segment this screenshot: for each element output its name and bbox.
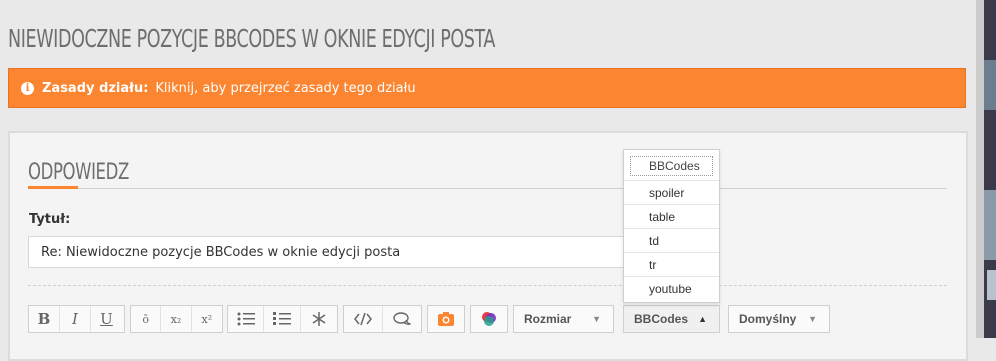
list-group <box>227 305 338 333</box>
chevron-down-icon: ▼ <box>592 314 601 324</box>
section-title: ODPOWIEDZ <box>28 160 129 185</box>
background-image-strip <box>984 0 996 338</box>
notice-label: Zasady działu: <box>42 80 149 96</box>
list-item-button[interactable] <box>301 306 337 332</box>
superscript-button[interactable]: x² <box>192 306 222 332</box>
text-format-group: B I U <box>28 305 125 333</box>
subject-label: Tytuł: <box>29 212 71 227</box>
overline-icon: ō <box>142 312 149 326</box>
code-quote-group <box>343 305 422 333</box>
font-select-value: Domyślny <box>739 312 797 326</box>
size-select-value: Rozmiar <box>524 312 572 326</box>
forum-rules-notice[interactable]: i Zasady działu: Kliknij, aby przejrzeć … <box>8 68 966 108</box>
italic-button[interactable]: I <box>60 306 91 332</box>
color-palette-icon <box>482 312 496 326</box>
dropdown-item-td[interactable]: td <box>624 228 719 252</box>
underline-icon: U <box>100 310 113 328</box>
chevron-down-icon: ▼ <box>808 314 817 324</box>
notice-text[interactable]: Kliknij, aby przejrzeć zasady tego dział… <box>155 81 415 96</box>
numbered-list-button[interactable] <box>264 306 301 332</box>
info-icon: i <box>21 81 34 95</box>
page-scrollbar[interactable] <box>976 0 984 338</box>
dropdown-header[interactable]: BBCodes <box>630 156 713 176</box>
dotted-separator <box>28 285 947 286</box>
bold-button[interactable]: B <box>29 306 60 332</box>
subscript-button[interactable]: x₂ <box>161 306 192 332</box>
dropdown-item-tr[interactable]: tr <box>624 252 719 276</box>
underline-button[interactable]: U <box>91 306 122 332</box>
script-group: ō x₂ x² <box>130 305 223 333</box>
section-accent-underline <box>28 186 78 189</box>
superscript-icon: x² <box>201 312 213 326</box>
quote-bubble-icon <box>393 312 411 325</box>
section-divider <box>78 188 947 189</box>
font-select[interactable]: Domyślny ▼ <box>728 305 830 333</box>
asterisk-icon <box>312 312 326 326</box>
code-icon <box>353 312 372 326</box>
bbcodes-select-value: BBCodes <box>634 312 689 326</box>
bullet-list-button[interactable] <box>228 306 265 332</box>
dropdown-item-spoiler[interactable]: spoiler <box>624 180 719 204</box>
size-select[interactable]: Rozmiar ▼ <box>513 305 614 333</box>
numbered-list-icon <box>273 312 292 325</box>
bbcodes-select[interactable]: BBCodes ▲ <box>623 305 720 333</box>
camera-icon <box>438 312 454 326</box>
color-button[interactable] <box>470 305 508 333</box>
bullet-list-icon <box>237 312 255 326</box>
subject-input[interactable] <box>28 236 668 268</box>
chevron-up-icon: ▲ <box>698 314 707 324</box>
bbcodes-dropdown: BBCodes spoiler table td tr youtube <box>623 149 720 303</box>
italic-icon: I <box>72 310 78 328</box>
dropdown-item-youtube[interactable]: youtube <box>624 276 719 300</box>
strike-button[interactable]: ō <box>131 306 162 332</box>
page-title: NIEWIDOCZNE POZYCJE BBCODES W OKNIE EDYC… <box>8 24 495 53</box>
image-button[interactable] <box>427 305 465 333</box>
bold-icon: B <box>37 310 51 328</box>
code-button[interactable] <box>344 306 383 332</box>
dropdown-item-table[interactable]: table <box>624 204 719 228</box>
quote-button[interactable] <box>383 306 422 332</box>
subscript-icon: x₂ <box>170 312 182 326</box>
